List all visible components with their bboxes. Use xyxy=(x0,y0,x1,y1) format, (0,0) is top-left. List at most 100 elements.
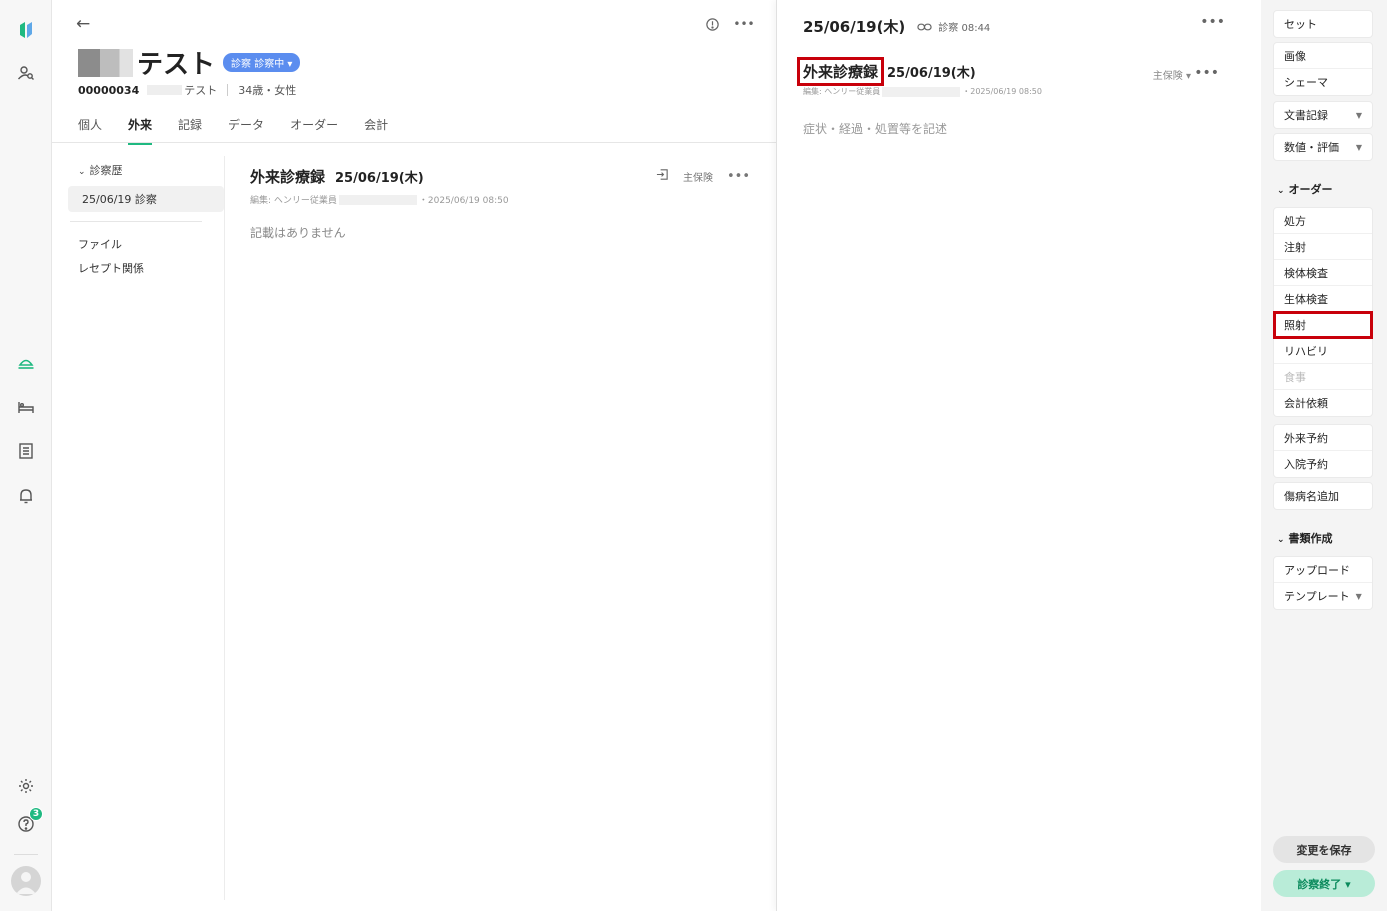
history-header-label: 診察歴 xyxy=(89,164,123,177)
record-title: 外来診療録 xyxy=(797,57,885,86)
save-changes-button[interactable]: 変更を保存 xyxy=(1273,836,1375,863)
chevron-down-icon: ⌄ xyxy=(1277,535,1285,545)
record-title: 外来診療録 xyxy=(250,168,326,186)
files-link[interactable]: ファイル xyxy=(68,232,224,256)
more-icon[interactable]: ••• xyxy=(1194,65,1219,81)
nav-rail: 3 xyxy=(0,0,52,911)
tab-outpatient[interactable]: 外来 xyxy=(128,116,153,145)
set-button[interactable]: セット xyxy=(1274,11,1372,37)
image-group: 画像 シェーマ xyxy=(1273,42,1373,96)
tab-personal[interactable]: 個人 xyxy=(78,116,102,145)
edit-time: ・2025/06/19 08:50 xyxy=(418,196,509,206)
doc-record-group: 文書記録 ▼ xyxy=(1273,101,1373,129)
list-icon[interactable] xyxy=(14,439,38,463)
patient-search-icon[interactable] xyxy=(14,61,38,85)
patient-name: テスト xyxy=(137,50,216,80)
column-divider xyxy=(224,156,225,900)
more-icon[interactable]: ••• xyxy=(1200,14,1225,30)
inpatient-reservation[interactable]: 入院予約 xyxy=(1274,451,1372,477)
tab-data[interactable]: データ xyxy=(228,116,264,145)
value-eval-dropdown[interactable]: 数値・評価 ▼ xyxy=(1274,134,1372,160)
bell-icon[interactable] xyxy=(14,484,38,508)
editor-label: 編集: ヘンリー従業員 xyxy=(803,87,881,96)
alert-circle-icon[interactable] xyxy=(702,14,722,34)
add-disease-button[interactable]: 傷病名追加 xyxy=(1274,483,1372,509)
more-icon[interactable]: ••• xyxy=(727,169,750,184)
order-section-header[interactable]: ⌄ オーダー xyxy=(1277,181,1333,197)
docs-header-label: 書類作成 xyxy=(1288,532,1333,545)
import-icon[interactable] xyxy=(656,168,669,184)
back-arrow-icon[interactable]: ← xyxy=(76,14,90,34)
upload-button[interactable]: アップロード xyxy=(1274,557,1372,583)
docs-group: アップロード テンプレート ▼ xyxy=(1273,556,1373,610)
notification-badge: 3 xyxy=(29,807,43,821)
editor-header: 25/06/19(木) 診察 08:44 xyxy=(803,16,990,37)
action-sidebar: セット 画像 シェーマ 文書記録 ▼ 数値・評価 ▼ ⌄ オーダー 処方 注射 検体検… xyxy=(1261,0,1387,911)
help-icon[interactable]: 3 xyxy=(14,807,43,836)
avatar[interactable] xyxy=(11,866,41,896)
patient-panel: ← ••• テスト 診察 診察中 ▾ 00000034 テスト 34歳・女性 個… xyxy=(52,0,776,911)
record-meta: 編集: ヘンリー従業員 ・2025/06/19 08:50 xyxy=(250,193,750,206)
record-meta: 編集: ヘンリー従業員 ・2025/06/19 08:50 xyxy=(803,86,1227,97)
order-radiation[interactable]: 照射 xyxy=(1273,311,1373,339)
insurance-dropdown[interactable]: 主保険 ▾ xyxy=(1153,67,1191,82)
editor-redacted xyxy=(338,194,417,205)
link-icon xyxy=(917,23,932,30)
order-physiological-test[interactable]: 生体検査 xyxy=(1274,286,1372,312)
tabs-divider xyxy=(52,142,776,143)
doc-record-dropdown[interactable]: 文書記録 ▼ xyxy=(1274,102,1372,128)
disease-group: 傷病名追加 xyxy=(1273,482,1373,510)
insurance-label[interactable]: 主保険 xyxy=(683,169,713,184)
chevron-down-icon: ⌄ xyxy=(78,167,86,177)
record-actions: 主保険 ••• xyxy=(656,168,750,184)
value-group: 数値・評価 ▼ xyxy=(1273,133,1373,161)
encounter-time: 診察 08:44 xyxy=(938,23,991,34)
history-item[interactable]: 25/06/19 診察 xyxy=(68,186,224,212)
edit-time: ・2025/06/19 08:50 xyxy=(962,87,1042,96)
encounter-link[interactable]: 診察 08:44 xyxy=(917,19,990,34)
order-billing-request[interactable]: 会計依頼 xyxy=(1274,390,1372,416)
outpatient-record: 外来診療録 25/06/19(木) 主保険 ••• 編集: ヘンリー従業員 ・2… xyxy=(250,166,750,241)
outpatient-reservation[interactable]: 外来予約 xyxy=(1274,425,1372,451)
chevron-down-icon: ⌄ xyxy=(1277,186,1285,196)
tab-orders[interactable]: オーダー xyxy=(290,116,338,145)
caret-down-icon: ▼ xyxy=(1355,591,1362,601)
divider xyxy=(227,84,229,96)
tab-billing[interactable]: 会計 xyxy=(364,116,388,145)
order-rehabilitation[interactable]: リハビリ xyxy=(1274,338,1372,364)
receipt-link[interactable]: レセプト関係 xyxy=(68,256,224,280)
order-injection[interactable]: 注射 xyxy=(1274,234,1372,260)
order-prescription[interactable]: 処方 xyxy=(1274,208,1372,234)
status-badge[interactable]: 診察 診察中 ▾ xyxy=(223,53,301,72)
more-icon[interactable]: ••• xyxy=(733,14,754,34)
history-header[interactable]: ⌄ 診察歴 xyxy=(68,156,224,184)
doc-record-label: 文書記録 xyxy=(1284,109,1328,122)
history-divider xyxy=(70,221,202,222)
patient-tabs: 個人 外来 記録 データ オーダー 会計 xyxy=(78,116,414,145)
editor-panel: 25/06/19(木) 診察 08:44 ••• 外来診療録 25/06/19(… xyxy=(776,0,1261,911)
end-consultation-button[interactable]: 診察終了 ▾ xyxy=(1273,870,1375,897)
docs-section-header[interactable]: ⌄ 書類作成 xyxy=(1277,530,1333,546)
image-button[interactable]: 画像 xyxy=(1274,43,1372,69)
history-column: ⌄ 診察歴 25/06/19 診察 ファイル レセプト関係 xyxy=(68,156,224,280)
editor-redacted xyxy=(882,86,961,97)
order-header-label: オーダー xyxy=(1288,183,1333,196)
patient-name-row: テスト 診察 診察中 ▾ xyxy=(78,44,301,81)
record-text-input[interactable]: 症状・経過・処置等を記述 xyxy=(803,120,947,137)
bed-icon[interactable] xyxy=(14,395,38,419)
record-date: 25/06/19(木) xyxy=(887,66,976,81)
gear-icon[interactable] xyxy=(14,774,38,798)
empty-message: 記載はありません xyxy=(250,226,346,240)
patient-kana: テスト xyxy=(184,84,218,97)
name-redacted xyxy=(78,48,133,77)
tab-records[interactable]: 記録 xyxy=(178,116,202,145)
schema-button[interactable]: シェーマ xyxy=(1274,69,1372,95)
editor-label: 編集: ヘンリー従業員 xyxy=(250,196,337,206)
order-specimen-test[interactable]: 検体検査 xyxy=(1274,260,1372,286)
set-group: セット xyxy=(1273,10,1373,38)
patient-info-row: 00000034 テスト 34歳・女性 xyxy=(78,82,296,98)
template-dropdown[interactable]: テンプレート ▼ xyxy=(1274,583,1372,609)
value-eval-label: 数値・評価 xyxy=(1284,141,1339,154)
henry-logo-icon[interactable] xyxy=(14,18,38,42)
outpatient-icon[interactable] xyxy=(14,350,38,374)
